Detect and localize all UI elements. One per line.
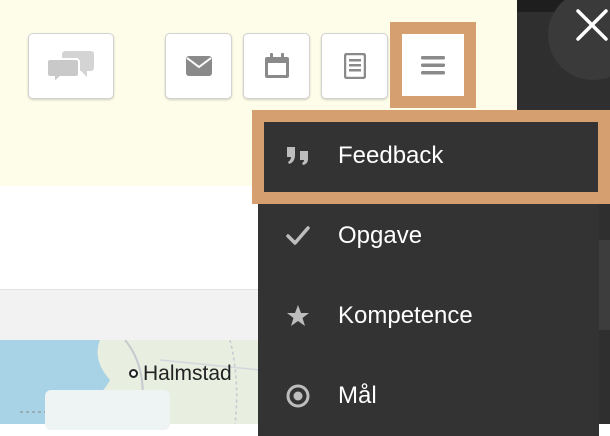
menu-item-feedback[interactable]: Feedback (264, 122, 598, 192)
document-button[interactable] (321, 33, 388, 99)
calendar-icon (264, 53, 289, 78)
menu-item-label: Opgave (338, 222, 423, 249)
quote-icon (286, 145, 310, 169)
menu-item-label: Feedback (338, 142, 444, 169)
hamburger-menu-icon (421, 56, 445, 75)
map-info-card (45, 390, 170, 430)
menu-item-label: Kompetence (338, 302, 473, 329)
menu-item-kompetence[interactable]: Kompetence (258, 276, 599, 356)
menu-item-maal[interactable]: Mål (258, 356, 599, 436)
menu-item-label: Mål (338, 382, 377, 409)
checkmark-icon (286, 224, 310, 248)
mail-button[interactable] (165, 33, 232, 99)
document-icon (343, 53, 366, 79)
mail-icon (185, 56, 212, 76)
side-scroll-control[interactable] (599, 240, 610, 330)
menu-item-opgave[interactable]: Opgave (258, 196, 599, 276)
close-button[interactable] (571, 4, 610, 46)
star-icon (286, 304, 310, 328)
calendar-button[interactable] (243, 33, 310, 99)
chat-bubbles-icon (47, 51, 94, 85)
target-icon (286, 384, 310, 408)
city-label: Halmstad (143, 362, 232, 385)
chat-button[interactable] (28, 33, 114, 99)
menu-button[interactable] (402, 34, 464, 96)
close-icon (576, 9, 608, 41)
city-marker-icon (129, 369, 138, 378)
